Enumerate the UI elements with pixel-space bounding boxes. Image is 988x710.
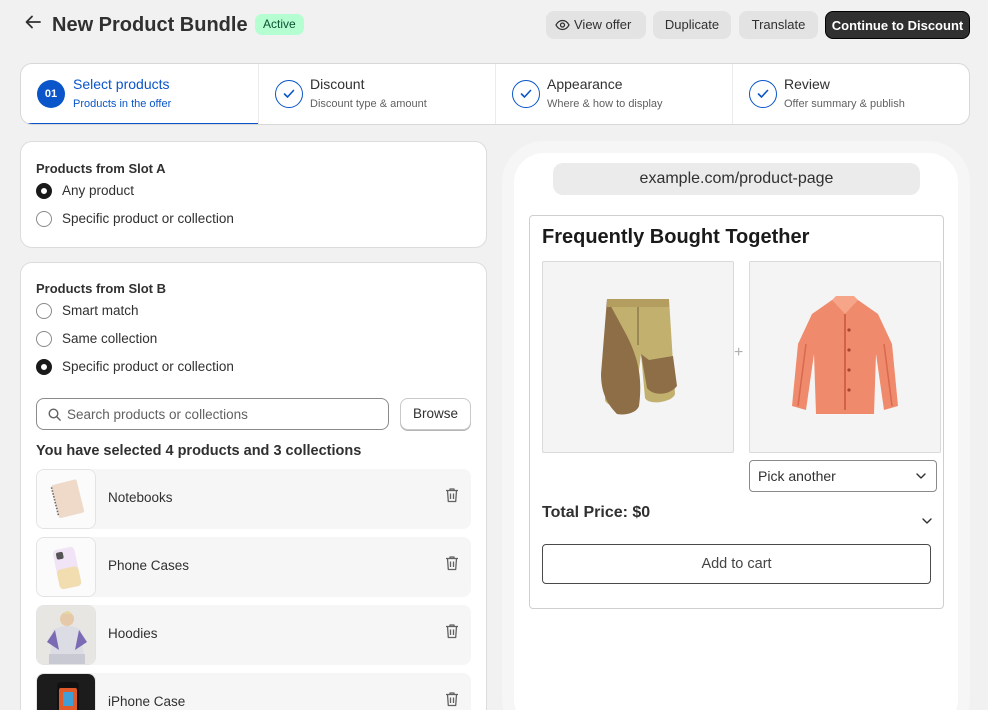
phone-case-thumbnail	[36, 537, 96, 597]
notebook-thumbnail	[36, 469, 96, 529]
search-field[interactable]	[36, 398, 389, 430]
step-subtitle: Products in the offer	[73, 98, 172, 110]
search-icon	[48, 408, 61, 421]
item-name: iPhone Case	[108, 694, 186, 709]
radio-label: Smart match	[62, 303, 139, 318]
slot-a-title: Products from Slot A	[36, 161, 166, 176]
check-circle-icon	[512, 80, 540, 108]
step-number: 01	[37, 80, 65, 108]
view-offer-button[interactable]: View offer	[546, 11, 646, 39]
step-appearance[interactable]: Appearance Where & how to display	[495, 64, 732, 124]
duplicate-button[interactable]: Duplicate	[653, 11, 731, 39]
slot-a-card: Products from Slot A Any product Specifi…	[20, 141, 487, 248]
list-item: iPhone Case	[36, 673, 471, 710]
progress-stepper: 01 Select products Products in the offer…	[20, 63, 970, 125]
bundle-widget: Frequently Bought Together + Pick anothe…	[529, 215, 944, 609]
hoodie-thumbnail	[36, 605, 96, 665]
step-title: Appearance	[547, 76, 623, 92]
browse-button[interactable]: Browse	[400, 398, 471, 430]
preview-url-bar: example.com/product-page	[553, 163, 920, 195]
radio-indicator	[36, 331, 52, 347]
list-item: Hoodies	[36, 605, 471, 665]
slot-b-card: Products from Slot B Smart match Same co…	[20, 262, 487, 710]
step-select-products[interactable]: 01 Select products Products in the offer	[21, 64, 258, 124]
step-subtitle: Where & how to display	[547, 98, 663, 110]
continue-to-discount-button[interactable]: Continue to Discount	[825, 11, 970, 39]
step-subtitle: Discount type & amount	[310, 98, 427, 110]
radio-label: Specific product or collection	[62, 359, 234, 374]
step-subtitle: Offer summary & publish	[784, 98, 905, 110]
radio-indicator	[36, 183, 52, 199]
status-badge: Active	[255, 14, 304, 35]
check-circle-icon	[275, 80, 303, 108]
search-input[interactable]	[67, 399, 377, 429]
item-name: Notebooks	[108, 490, 173, 505]
step-review[interactable]: Review Offer summary & publish	[732, 64, 969, 124]
list-item: Phone Cases	[36, 537, 471, 597]
radio-indicator	[36, 359, 52, 375]
step-title: Select products	[73, 76, 170, 92]
selection-summary: You have selected 4 products and 3 colle…	[36, 443, 362, 459]
step-title: Review	[784, 76, 830, 92]
check-circle-icon	[749, 80, 777, 108]
trash-icon[interactable]	[445, 691, 461, 709]
step-title: Discount	[310, 76, 365, 92]
page-title: New Product Bundle	[52, 14, 248, 36]
add-to-cart-button[interactable]: Add to cart	[542, 544, 931, 584]
chevron-down-icon[interactable]	[922, 511, 932, 529]
plus-sign: +	[734, 344, 744, 361]
pick-another-label: Pick another	[758, 468, 836, 484]
slot-b-title: Products from Slot B	[36, 281, 167, 296]
product-image-pants	[542, 261, 734, 453]
radio-label: Same collection	[62, 331, 158, 346]
storefront-preview: example.com/product-page Frequently Boug…	[502, 141, 970, 710]
eye-icon	[555, 19, 570, 31]
radio-label: Specific product or collection	[62, 211, 234, 226]
page-header: New Product Bundle Active View offer Dup…	[0, 0, 988, 50]
radio-label: Any product	[62, 183, 135, 198]
view-offer-label: View offer	[574, 17, 632, 32]
pick-another-select[interactable]: Pick another	[749, 460, 937, 492]
trash-icon[interactable]	[445, 555, 461, 573]
back-arrow-icon[interactable]	[24, 13, 44, 35]
iphone-case-thumbnail	[36, 673, 96, 710]
radio-indicator	[36, 211, 52, 227]
product-image-shirt	[749, 261, 941, 453]
step-discount[interactable]: Discount Discount type & amount	[258, 64, 495, 124]
trash-icon[interactable]	[445, 487, 461, 505]
chevron-down-icon	[916, 473, 926, 479]
translate-button[interactable]: Translate	[739, 11, 818, 39]
list-item: Notebooks	[36, 469, 471, 529]
total-price: Total Price: $0	[542, 504, 651, 521]
item-name: Phone Cases	[108, 558, 190, 573]
widget-title: Frequently Bought Together	[542, 226, 810, 248]
radio-indicator	[36, 303, 52, 319]
item-name: Hoodies	[108, 626, 158, 641]
trash-icon[interactable]	[445, 623, 461, 641]
